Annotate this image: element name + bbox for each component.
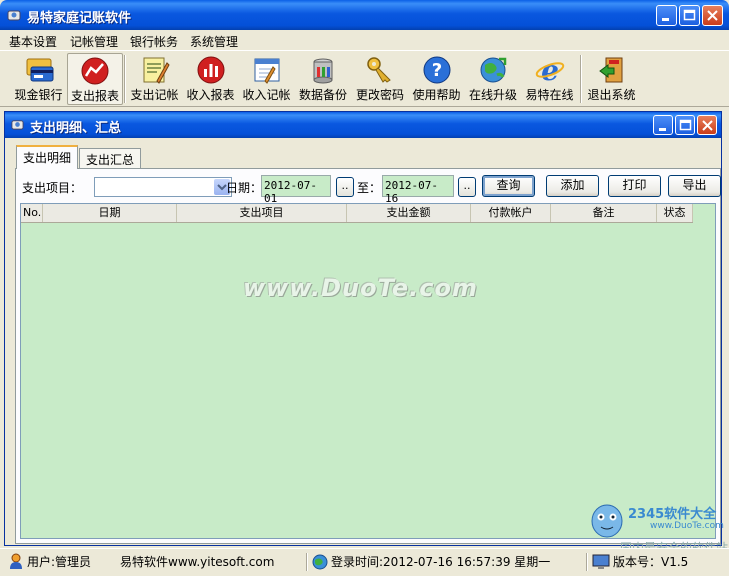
expense-entry-icon xyxy=(143,57,170,84)
expense-child-window: 支出明细、汇总 支出明细 支出汇总 支出项目： 日期： 2012-07-01 .… xyxy=(4,111,722,546)
maximize-icon xyxy=(679,119,692,131)
brand-2345-label: 2345软件大全 xyxy=(628,507,717,522)
status-company: 易特软件www.yitesoft.com xyxy=(120,555,275,569)
close-icon xyxy=(702,120,713,131)
app-icon xyxy=(7,10,21,21)
menu-bank-accounts[interactable]: 银行帐务 xyxy=(130,33,178,50)
expense-grid[interactable]: No. 日期 支出项目 支出金额 付款帐户 备注 状态 xyxy=(20,203,716,539)
maximize-button[interactable] xyxy=(679,5,700,26)
column-header-amount[interactable]: 支出金额 xyxy=(347,204,471,222)
toolbar-income-entry[interactable]: 收入记帐 xyxy=(239,53,294,105)
toolbar-help[interactable]: ? 使用帮助 xyxy=(409,53,464,105)
toolbar-expense-report[interactable]: 支出报表 xyxy=(67,53,123,105)
toolbar-exit[interactable]: 退出系统 xyxy=(584,53,639,105)
column-header-item[interactable]: 支出项目 xyxy=(177,204,347,222)
tab-expense-summary[interactable]: 支出汇总 xyxy=(79,148,142,168)
toolbar-yite-online[interactable]: e 易特在线 xyxy=(522,53,577,105)
child-maximize-button[interactable] xyxy=(675,115,695,135)
print-button[interactable]: 打印 xyxy=(608,175,661,197)
expense-report-icon xyxy=(81,57,109,85)
backup-icon xyxy=(313,58,333,84)
date-to-picker-button[interactable]: .. xyxy=(458,177,476,197)
menu-bookkeeping[interactable]: 记帐管理 xyxy=(70,33,118,50)
add-button[interactable]: 添加 xyxy=(546,175,599,197)
close-button[interactable] xyxy=(702,5,723,26)
status-user: 用户:管理员 xyxy=(27,555,92,569)
grid-header: No. 日期 支出项目 支出金额 付款帐户 备注 状态 xyxy=(21,204,693,223)
date-from-picker-button[interactable]: .. xyxy=(336,177,354,197)
watermark-text: www.DuoTe.com xyxy=(243,274,478,302)
ie-icon: e xyxy=(535,55,564,85)
minimize-button[interactable] xyxy=(656,5,677,26)
menu-basic-settings[interactable]: 基本设置 xyxy=(9,33,57,50)
user-icon xyxy=(10,553,22,569)
child-app-icon xyxy=(11,120,24,130)
date-label: 日期： xyxy=(226,181,263,195)
export-button[interactable]: 导出 xyxy=(668,175,721,197)
toolbar-separator xyxy=(124,55,126,103)
help-icon: ? xyxy=(423,56,450,84)
key-icon xyxy=(367,57,391,83)
brand-url: www.DuoTe.com xyxy=(650,521,724,531)
tab-panel: 支出项目： 日期： 2012-07-01 .. 至： 2012-07-16 ..… xyxy=(15,168,721,544)
status-login-time: 登录时间:2012-07-16 16:57:39 星期一 xyxy=(331,555,551,569)
expense-item-select[interactable] xyxy=(94,177,232,197)
globe-icon xyxy=(480,57,507,83)
column-header-account[interactable]: 付款帐户 xyxy=(471,204,551,222)
toolbar-change-password[interactable]: 更改密码 xyxy=(352,53,408,105)
svg-text:?: ? xyxy=(431,60,441,81)
date-from-field[interactable]: 2012-07-01 xyxy=(261,175,331,205)
svg-text:e: e xyxy=(541,55,559,85)
query-button[interactable]: 查询 xyxy=(482,175,535,197)
status-divider xyxy=(306,553,308,571)
mascot-icon xyxy=(591,504,623,538)
column-header-note[interactable]: 备注 xyxy=(551,204,657,222)
status-version: 版本号：V1.5 xyxy=(613,555,689,569)
minimize-icon xyxy=(659,128,666,131)
column-header-no[interactable]: No. xyxy=(21,204,43,222)
income-report-icon xyxy=(197,56,224,84)
menu-bar: 基本设置 记帐管理 银行帐务 系统管理 xyxy=(0,30,729,50)
toolbar: 现金银行 支出报表 支出记帐 收入报表 收入记帐 数据备份 更改密码 ? 使用帮… xyxy=(0,50,729,107)
minimize-icon xyxy=(662,18,669,21)
close-icon xyxy=(707,10,718,21)
child-close-button[interactable] xyxy=(697,115,717,135)
expense-item-label: 支出项目： xyxy=(22,181,83,195)
column-header-status[interactable]: 状态 xyxy=(657,204,693,222)
window-title: 易特家庭记账软件 xyxy=(27,11,132,26)
site-logo-overlay: 2345软件大全 www.DuoTe.com 国内最安全的软件站 xyxy=(590,497,728,555)
tab-expense-detail[interactable]: 支出明细 xyxy=(16,145,79,169)
toolbar-online-update[interactable]: 在线升级 xyxy=(465,53,521,105)
toolbar-cash-bank[interactable]: 现金银行 xyxy=(11,53,66,105)
column-header-date[interactable]: 日期 xyxy=(43,204,177,222)
status-divider xyxy=(586,553,588,571)
toolbar-separator xyxy=(580,55,582,103)
status-bar: 用户:管理员 易特软件www.yitesoft.com 登录时间:2012-07… xyxy=(0,548,729,576)
toolbar-income-report[interactable]: 收入报表 xyxy=(183,53,238,105)
exit-icon xyxy=(598,57,622,83)
toolbar-backup[interactable]: 数据备份 xyxy=(295,53,351,105)
income-entry-icon xyxy=(254,58,279,84)
child-minimize-button[interactable] xyxy=(653,115,673,135)
main-title-bar: 易特家庭记账软件 xyxy=(0,0,729,30)
toolbar-expense-entry[interactable]: 支出记帐 xyxy=(127,53,182,105)
cash-bank-icon xyxy=(26,58,53,82)
date-to-field[interactable]: 2012-07-16 xyxy=(382,175,454,205)
globe-icon xyxy=(312,554,328,570)
maximize-icon xyxy=(683,9,696,21)
child-title-bar: 支出明细、汇总 xyxy=(5,112,721,138)
child-title: 支出明细、汇总 xyxy=(30,121,122,136)
menu-system[interactable]: 系统管理 xyxy=(190,33,238,50)
date-to-label: 至： xyxy=(357,181,382,195)
monitor-icon xyxy=(592,554,610,569)
